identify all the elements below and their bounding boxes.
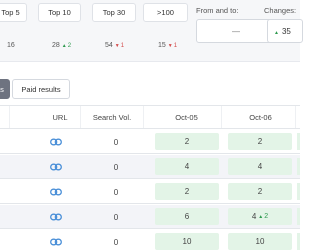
changes-label: Changes: (264, 6, 297, 15)
change-up-indicator: 2 (62, 43, 71, 49)
position-oct05: 2 (155, 133, 219, 150)
header-url[interactable]: URL (40, 106, 80, 128)
date-range-label: From and to: (196, 6, 239, 15)
position-oct05: 4 (155, 158, 219, 175)
link-icon (50, 238, 62, 246)
header-cut (0, 106, 10, 128)
table-row: 0 2 2 (0, 180, 300, 204)
table-header: URL Search Vol. Oct-05 Oct-06 (0, 105, 300, 129)
position-oct06: 10 (228, 233, 292, 250)
header-search-vol[interactable]: Search Vol. (80, 106, 144, 128)
url-link[interactable] (48, 130, 64, 154)
bucket-top10[interactable]: Top 10 (38, 3, 81, 22)
position-oct06: 2 (228, 183, 292, 200)
search-volume: 0 (113, 212, 119, 222)
change-down-indicator: 1 (168, 43, 177, 49)
position-next-day-cut (297, 158, 300, 175)
table-row: 0 10 10 (0, 230, 300, 250)
position-oct05: 10 (155, 233, 219, 250)
table-row: 0 4 4 (0, 155, 300, 179)
url-link[interactable] (48, 230, 64, 250)
header-date-oct06[interactable]: Oct-06 (226, 106, 296, 128)
bucket-count: 15 1 (158, 42, 177, 49)
url-link[interactable] (48, 205, 64, 229)
link-icon (50, 188, 62, 196)
table-row: 0 6 42 (0, 205, 300, 229)
position-next-day-cut (297, 183, 300, 200)
position-oct06: 4 (228, 158, 292, 175)
arrow-up-icon (274, 27, 280, 36)
bucket-count: 16 (7, 42, 15, 49)
bucket-top30[interactable]: Top 30 (92, 3, 136, 22)
search-volume: 0 (113, 162, 119, 172)
change-up-indicator: 2 (258, 213, 268, 220)
date-range-picker[interactable]: — (196, 19, 276, 43)
bucket-count: 28 2 (52, 42, 71, 49)
rank-summary-panel: Top 5 Top 10 Top 30 >100 16 28 2 54 1 15… (0, 0, 303, 62)
search-volume: 0 (113, 137, 119, 147)
link-icon (50, 163, 62, 171)
bucket-top5[interactable]: Top 5 (0, 3, 27, 22)
header-date-oct05[interactable]: Oct-05 (152, 106, 222, 128)
bucket-label: Top 30 (102, 8, 126, 17)
position-next-day-cut (297, 133, 300, 150)
changes-value: 35 (281, 26, 291, 36)
position-next-day-cut (297, 233, 300, 250)
change-down-indicator: 1 (115, 43, 124, 49)
position-oct05: 6 (155, 208, 219, 225)
link-icon (50, 138, 62, 146)
paid-results-button[interactable]: Paid results (12, 79, 70, 99)
bucket-count: 54 1 (105, 42, 124, 49)
rank-bucket-tabs: Top 5 Top 10 Top 30 >100 (0, 3, 193, 22)
search-volume: 0 (113, 237, 119, 247)
link-icon (50, 213, 62, 221)
bucket-over100[interactable]: >100 (143, 3, 188, 22)
changes-summary: 35 (267, 19, 303, 43)
organic-results-button[interactable]: s (0, 79, 10, 99)
bucket-label: >100 (157, 8, 174, 17)
search-volume: 0 (113, 187, 119, 197)
position-oct05: 2 (155, 183, 219, 200)
url-link[interactable] (48, 155, 64, 179)
bucket-label: Top 10 (48, 8, 71, 17)
url-link[interactable] (48, 180, 64, 204)
position-next-day-cut (297, 208, 300, 225)
position-oct06: 2 (228, 133, 292, 150)
bucket-label: Top 5 (1, 8, 20, 17)
table-row: 0 2 2 (0, 130, 300, 154)
position-oct06: 42 (228, 208, 292, 225)
